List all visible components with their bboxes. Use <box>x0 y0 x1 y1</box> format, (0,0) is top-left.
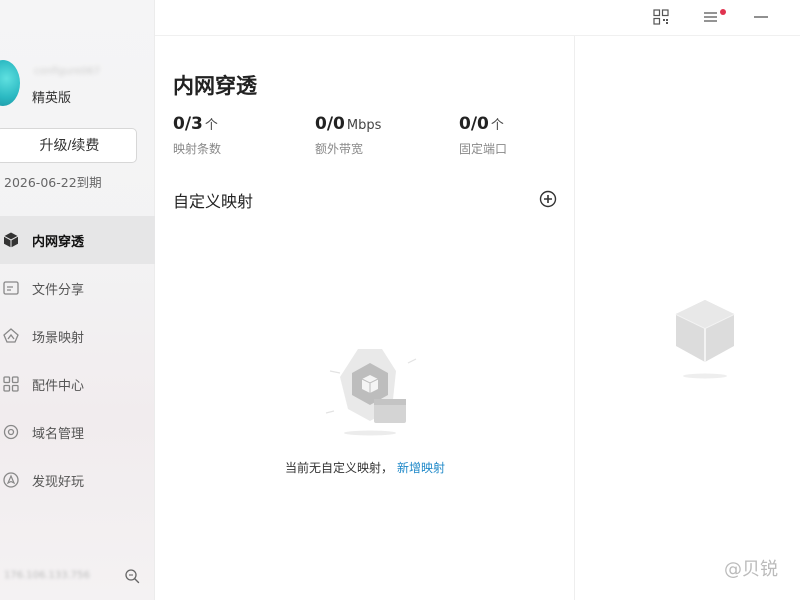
detail-empty-cube-icon <box>675 300 735 379</box>
sidebar-item-scene-map[interactable]: 场景映射 <box>0 312 155 360</box>
add-mapping-link[interactable]: 新增映射 <box>397 461 445 475</box>
user-name: configure067 <box>34 66 101 77</box>
sidebar-item-label: 场景映射 <box>32 330 85 346</box>
main-panel: 内网穿透 0/3 个 映射条数 0/0 Mbps 额外带宽 0/0 个 固定端口 自定… <box>155 36 575 600</box>
sidebar-item-intranet[interactable]: 内网穿透 <box>0 216 155 264</box>
sidebar-item-file-share[interactable]: 文件分享 <box>0 264 155 312</box>
stat-label: 映射条数 <box>173 142 222 156</box>
expire-date: 2026-06-22到期 <box>4 175 102 190</box>
scene-map-icon <box>3 328 19 343</box>
minimize-icon[interactable] <box>753 9 769 25</box>
upgrade-button[interactable]: 升级/续费 <box>0 128 137 163</box>
empty-message: 当前无自定义映射， <box>284 461 393 475</box>
empty-state-illustration <box>325 349 417 436</box>
sidebar-item-discover[interactable]: 发现好玩 <box>0 456 155 504</box>
stat-value: 0/0 <box>459 114 489 134</box>
domain-icon <box>3 424 19 440</box>
plan-label: 精英版 <box>32 91 72 106</box>
page-title: 内网穿透 <box>173 74 257 98</box>
stat-value: 0/0 <box>315 114 345 134</box>
sidebar-item-accessories[interactable]: 配件中心 <box>0 360 155 408</box>
sidebar: configure067 精英版 升级/续费 2026-06-22到期 内网穿透… <box>0 0 155 600</box>
folder-share-icon <box>3 281 19 295</box>
avatar[interactable] <box>0 60 20 106</box>
sidebar-item-domain[interactable]: 域名管理 <box>0 408 155 456</box>
sidebar-item-label: 文件分享 <box>32 282 85 298</box>
search-icon[interactable] <box>124 568 140 584</box>
watermark-text: @贝锐 <box>724 559 778 580</box>
sidebar-nav: 内网穿透 文件分享 场景映射 配件中心 域名管理 发现好玩 <box>0 216 155 504</box>
empty-state-text: 当前无自定义映射， 新增映射 <box>155 459 575 476</box>
qrcode-icon[interactable] <box>653 9 669 25</box>
sidebar-item-label: 域名管理 <box>32 426 85 442</box>
sidebar-item-label: 内网穿透 <box>32 234 85 250</box>
stat-label: 额外带宽 <box>315 142 364 156</box>
add-mapping-button[interactable] <box>539 190 557 208</box>
stat-unit: 个 <box>204 118 218 133</box>
stat-mappings: 0/3 个 映射条数 <box>173 114 221 157</box>
cube-icon <box>3 232 19 248</box>
top-bar <box>155 0 800 36</box>
compass-icon <box>3 472 19 488</box>
sidebar-item-label: 发现好玩 <box>32 474 85 490</box>
stat-bandwidth: 0/0 Mbps 额外带宽 <box>315 114 381 157</box>
grid-apps-icon <box>3 376 19 392</box>
sidebar-item-label: 配件中心 <box>32 378 85 394</box>
menu-icon[interactable] <box>703 9 719 25</box>
stat-label: 固定端口 <box>459 142 508 156</box>
stat-fixed-port: 0/0 个 固定端口 <box>459 114 507 157</box>
stat-value: 0/3 <box>173 114 203 134</box>
version-text: 176.106.133.756 <box>4 570 90 581</box>
stat-unit: Mbps <box>346 118 382 133</box>
section-title: 自定义映射 <box>173 192 254 211</box>
arrow-right-icon <box>0 76 2 88</box>
notification-dot <box>720 9 726 15</box>
stat-unit: 个 <box>490 118 504 133</box>
